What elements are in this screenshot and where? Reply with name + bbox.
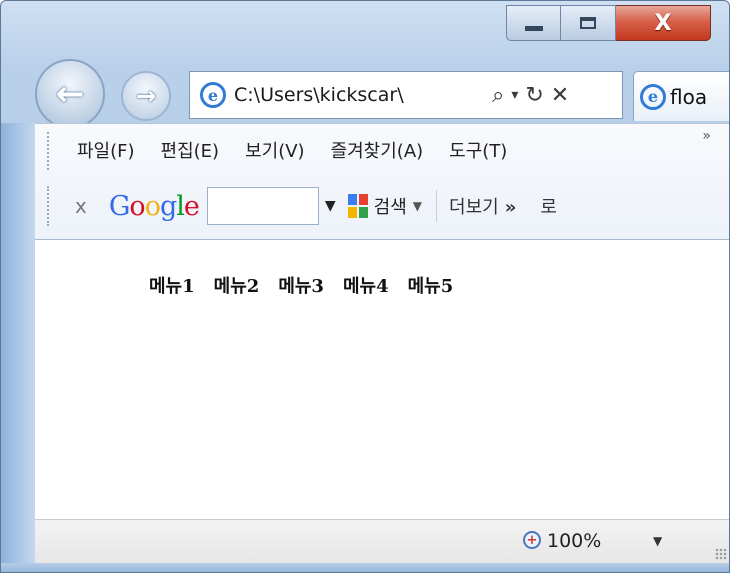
- zoom-dropdown-icon[interactable]: ▼: [653, 534, 662, 548]
- page-icon: e: [200, 82, 226, 108]
- menu-tools[interactable]: 도구(T): [449, 137, 507, 163]
- menu-link-3[interactable]: 메뉴3: [278, 272, 324, 298]
- menubar-overflow-icon[interactable]: »: [702, 128, 711, 144]
- google-logo: Google: [108, 190, 200, 222]
- close-button[interactable]: X: [616, 5, 711, 41]
- google-logo-letter: o: [129, 190, 145, 222]
- google-toolbar: x Google ▼ 검색 ▼ 더보기» 로: [35, 176, 729, 236]
- more-button[interactable]: 더보기»: [449, 193, 516, 219]
- menu-link-4[interactable]: 메뉴4: [343, 272, 389, 298]
- status-bar: + 100% ▼: [35, 519, 729, 564]
- google-logo-letter: G: [108, 190, 131, 222]
- minimize-button[interactable]: [506, 5, 561, 41]
- resize-grip[interactable]: [715, 548, 727, 560]
- google-search-input[interactable]: [206, 187, 319, 225]
- zoom-level[interactable]: 100%: [547, 530, 601, 552]
- google-search-button[interactable]: 검색: [374, 193, 407, 219]
- tab-title: floa: [670, 84, 708, 109]
- caption-buttons: X: [506, 5, 711, 43]
- menu-bar: 파일(F) 편집(E) 보기(V) 즐겨찾기(A) 도구(T): [35, 124, 729, 176]
- forward-arrow-icon: →: [135, 82, 157, 110]
- google-toolbar-close-icon[interactable]: x: [75, 194, 87, 218]
- close-icon: X: [654, 10, 672, 36]
- address-url[interactable]: C:\Users\kickscar\: [234, 84, 486, 106]
- navigation-bar: ← → e C:\Users\kickscar\ ⌕ ▾ ↻ ✕ e floa: [35, 53, 729, 129]
- back-arrow-icon: ←: [55, 74, 85, 114]
- google-logo-letter: l: [176, 190, 185, 222]
- menu-favorites[interactable]: 즐겨찾기(A): [331, 137, 424, 163]
- browser-tab[interactable]: e floa: [633, 71, 729, 121]
- window-frame-bottom: [1, 563, 729, 572]
- minimize-icon: [524, 25, 543, 31]
- dropdown-icon[interactable]: ▾: [511, 87, 518, 103]
- refresh-icon[interactable]: ↻: [525, 83, 543, 108]
- google-search-icon: [347, 194, 368, 218]
- menu-view[interactable]: 보기(V): [245, 137, 304, 163]
- stop-icon[interactable]: ✕: [551, 83, 569, 108]
- more-chevron-icon: »: [504, 197, 517, 218]
- menu-link-5[interactable]: 메뉴5: [408, 272, 454, 298]
- google-logo-letter: e: [183, 190, 200, 222]
- tab-page-icon: e: [640, 83, 666, 110]
- google-search-caret-icon[interactable]: ▼: [413, 199, 422, 213]
- more-label: 더보기: [449, 197, 499, 218]
- toolbar-separator: [436, 190, 438, 222]
- forward-button[interactable]: →: [121, 71, 171, 121]
- zoom-icon[interactable]: +: [523, 531, 541, 549]
- menu-list: 메뉴1 메뉴2 메뉴3 메뉴4 메뉴5: [149, 272, 453, 298]
- menu-edit[interactable]: 편집(E): [161, 137, 220, 163]
- back-button[interactable]: ←: [35, 59, 105, 129]
- address-actions: ⌕ ▾ ↻ ✕: [492, 83, 569, 108]
- maximize-icon: [580, 17, 596, 29]
- menu-file[interactable]: 파일(F): [77, 137, 135, 163]
- menu-link-2[interactable]: 메뉴2: [214, 272, 260, 298]
- page-content: 메뉴1 메뉴2 메뉴3 메뉴4 메뉴5: [35, 239, 729, 520]
- address-bar[interactable]: e C:\Users\kickscar\ ⌕ ▾ ↻ ✕: [189, 71, 623, 119]
- menu-link-1[interactable]: 메뉴1: [149, 272, 195, 298]
- google-search-dropdown-icon[interactable]: ▼: [325, 198, 336, 214]
- google-logo-letter: g: [159, 190, 177, 222]
- browser-window: X ← → e C:\Users\kickscar\ ⌕ ▾ ↻ ✕ e flo…: [0, 0, 730, 573]
- google-logo-letter: o: [144, 190, 161, 222]
- maximize-button[interactable]: [561, 5, 616, 41]
- toolbar-cut-item[interactable]: 로: [540, 193, 557, 219]
- toolbar-area: 파일(F) 편집(E) 보기(V) 즐겨찾기(A) 도구(T) » x Goog…: [35, 123, 729, 240]
- search-icon[interactable]: ⌕: [492, 83, 504, 108]
- window-frame-left: [1, 123, 35, 572]
